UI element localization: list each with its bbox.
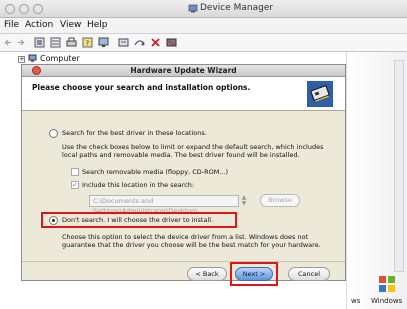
wizard-title-bar: Hardware Update Wizard xyxy=(22,65,345,77)
disable-device-icon[interactable] xyxy=(166,37,177,48)
print-icon[interactable] xyxy=(66,37,77,48)
back-arrow-icon[interactable] xyxy=(4,37,13,48)
scan-hardware-icon[interactable] xyxy=(118,37,129,48)
hardware-update-wizard: Hardware Update Wizard Please choose you… xyxy=(21,64,346,286)
window-title: Device Manager xyxy=(200,3,274,13)
wizard-title: Hardware Update Wizard xyxy=(130,66,237,75)
properties-icon[interactable] xyxy=(34,37,45,48)
checkbox-removable-media[interactable] xyxy=(71,168,79,176)
forward-arrow-icon[interactable] xyxy=(16,37,25,48)
toolbar: ? xyxy=(0,34,407,52)
window-title-bar: Device Manager xyxy=(0,0,407,18)
view-icon[interactable] xyxy=(50,37,61,48)
svg-text:?: ? xyxy=(86,40,90,48)
update-driver-icon[interactable] xyxy=(134,37,145,48)
location-dropdown-arrows[interactable]: ▲ ▼ xyxy=(240,195,248,207)
footer-divider xyxy=(22,261,345,262)
hardware-card-icon xyxy=(307,81,333,107)
menu-bar: File Action View Help xyxy=(0,18,407,34)
option-manual-description: Choose this option to select the device … xyxy=(62,233,321,249)
wizard-header-title: Please choose your search and installati… xyxy=(32,83,251,92)
expand-toggle[interactable]: + xyxy=(18,56,25,63)
radio-dont-search[interactable] xyxy=(49,216,58,225)
wizard-header: Please choose your search and installati… xyxy=(22,77,345,111)
close-window-button[interactable] xyxy=(5,4,15,14)
menu-help[interactable]: Help xyxy=(87,20,108,30)
display-icon[interactable] xyxy=(98,37,109,48)
minimize-window-button[interactable] xyxy=(19,4,29,14)
vertical-scrollbar[interactable] xyxy=(394,60,404,272)
menu-action[interactable]: Action xyxy=(25,20,53,30)
help-icon[interactable]: ? xyxy=(82,37,93,48)
uninstall-icon[interactable] xyxy=(150,37,161,48)
menu-view[interactable]: View xyxy=(60,20,81,30)
cropped-text: ws xyxy=(351,297,361,305)
wizard-close-button[interactable] xyxy=(32,66,41,75)
cancel-button[interactable]: Cancel xyxy=(288,267,330,281)
option-search-description: Use the check boxes below to limit or ex… xyxy=(62,143,324,159)
next-button[interactable]: Next > xyxy=(235,267,273,281)
radio-search-best-driver[interactable] xyxy=(49,129,58,138)
windows-logo-icon xyxy=(379,276,395,292)
back-button[interactable]: < Back xyxy=(187,267,227,281)
checkbox-include-location-label: Include this location in the search: xyxy=(82,181,195,189)
location-path-input[interactable]: C:\Documents and Settings\Administrator\… xyxy=(89,195,239,215)
zoom-window-button[interactable] xyxy=(33,4,43,14)
tree-root-label[interactable]: Computer xyxy=(40,54,80,63)
checkbox-include-location[interactable]: ✓ xyxy=(71,181,79,189)
windows-label: Windows xyxy=(371,297,403,305)
browse-button[interactable]: Browse xyxy=(260,194,300,207)
computer-icon xyxy=(28,54,37,62)
menu-file[interactable]: File xyxy=(4,20,19,30)
option-manual-label: Don't search. I will choose the driver t… xyxy=(62,216,214,224)
checkbox-removable-media-label: Search removable media (floppy, CD-ROM..… xyxy=(82,168,229,176)
option-search-label: Search for the best driver in these loca… xyxy=(62,129,207,137)
device-manager-icon xyxy=(188,4,198,13)
